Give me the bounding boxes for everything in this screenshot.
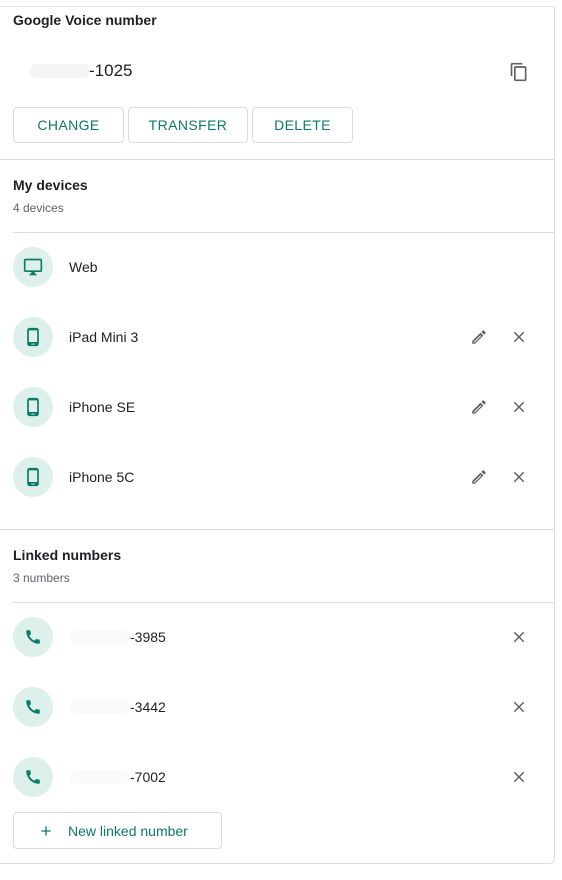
- device-row-iphone-se: iPhone SE: [0, 387, 555, 427]
- call-icon: [26, 630, 40, 644]
- number-avatar: [13, 617, 53, 657]
- device-name: iPad Mini 3: [69, 329, 139, 345]
- device-name: Web: [69, 259, 98, 275]
- close-icon: [513, 471, 525, 483]
- redacted-number-prefix: [30, 64, 90, 78]
- pencil-icon: [472, 470, 486, 484]
- close-icon: [513, 701, 525, 713]
- pencil-icon: [472, 330, 486, 344]
- remove-device-button[interactable]: [507, 465, 531, 489]
- phone-icon: [27, 467, 39, 487]
- section-divider: [0, 159, 555, 160]
- devices-divider: [13, 232, 555, 233]
- device-avatar: [13, 317, 53, 357]
- edit-device-button[interactable]: [467, 395, 491, 419]
- redacted-number-prefix: [70, 700, 130, 714]
- device-row-ipad: iPad Mini 3: [0, 317, 555, 357]
- close-icon: [513, 331, 525, 343]
- device-avatar: [13, 457, 53, 497]
- devices-count: 4 devices: [13, 201, 64, 215]
- remove-linked-number-button[interactable]: [507, 765, 531, 789]
- remove-device-button[interactable]: [507, 325, 531, 349]
- new-linked-number-label: New linked number: [68, 822, 188, 839]
- devices-title: My devices: [13, 177, 88, 193]
- monitor-icon: [23, 258, 43, 276]
- device-row-iphone-5c: iPhone 5C: [0, 457, 555, 497]
- device-avatar: [13, 247, 53, 287]
- phone-icon: [27, 327, 39, 347]
- linked-number-row: -3442: [0, 687, 555, 727]
- device-name: iPhone SE: [69, 399, 136, 415]
- delete-button[interactable]: DELETE: [252, 107, 353, 143]
- linked-divider: [13, 602, 555, 603]
- copy-icon: [510, 62, 527, 82]
- new-linked-number-button[interactable]: New linked number: [13, 812, 222, 849]
- remove-linked-number-button[interactable]: [507, 625, 531, 649]
- remove-linked-number-button[interactable]: [507, 695, 531, 719]
- device-avatar: [13, 387, 53, 427]
- voice-number-title: Google Voice number: [13, 12, 157, 28]
- linked-number: -7002: [130, 769, 166, 785]
- transfer-button[interactable]: TRANSFER: [128, 107, 248, 143]
- number-avatar: [13, 757, 53, 797]
- device-name: iPhone 5C: [69, 469, 135, 485]
- close-icon: [513, 771, 525, 783]
- call-icon: [26, 700, 40, 714]
- edit-device-button[interactable]: [467, 325, 491, 349]
- edit-device-button[interactable]: [467, 465, 491, 489]
- pencil-icon: [472, 400, 486, 414]
- voice-number-value: -1025: [89, 61, 133, 80]
- copy-number-button[interactable]: [506, 59, 532, 85]
- section-divider: [0, 529, 555, 530]
- linked-numbers-count: 3 numbers: [13, 571, 70, 585]
- call-icon: [26, 770, 40, 784]
- plus-icon: [38, 823, 54, 839]
- close-icon: [513, 631, 525, 643]
- redacted-number-prefix: [70, 630, 130, 644]
- linked-number-row: -3985: [0, 617, 555, 657]
- number-avatar: [13, 687, 53, 727]
- phone-icon: [27, 397, 39, 417]
- linked-numbers-title: Linked numbers: [13, 547, 122, 563]
- device-row-web: Web: [0, 247, 555, 287]
- linked-number: -3985: [130, 629, 166, 645]
- change-button[interactable]: CHANGE: [13, 107, 124, 143]
- close-icon: [513, 401, 525, 413]
- redacted-number-prefix: [70, 770, 130, 784]
- remove-device-button[interactable]: [507, 395, 531, 419]
- linked-number-row: -7002: [0, 757, 555, 797]
- linked-number: -3442: [130, 699, 166, 715]
